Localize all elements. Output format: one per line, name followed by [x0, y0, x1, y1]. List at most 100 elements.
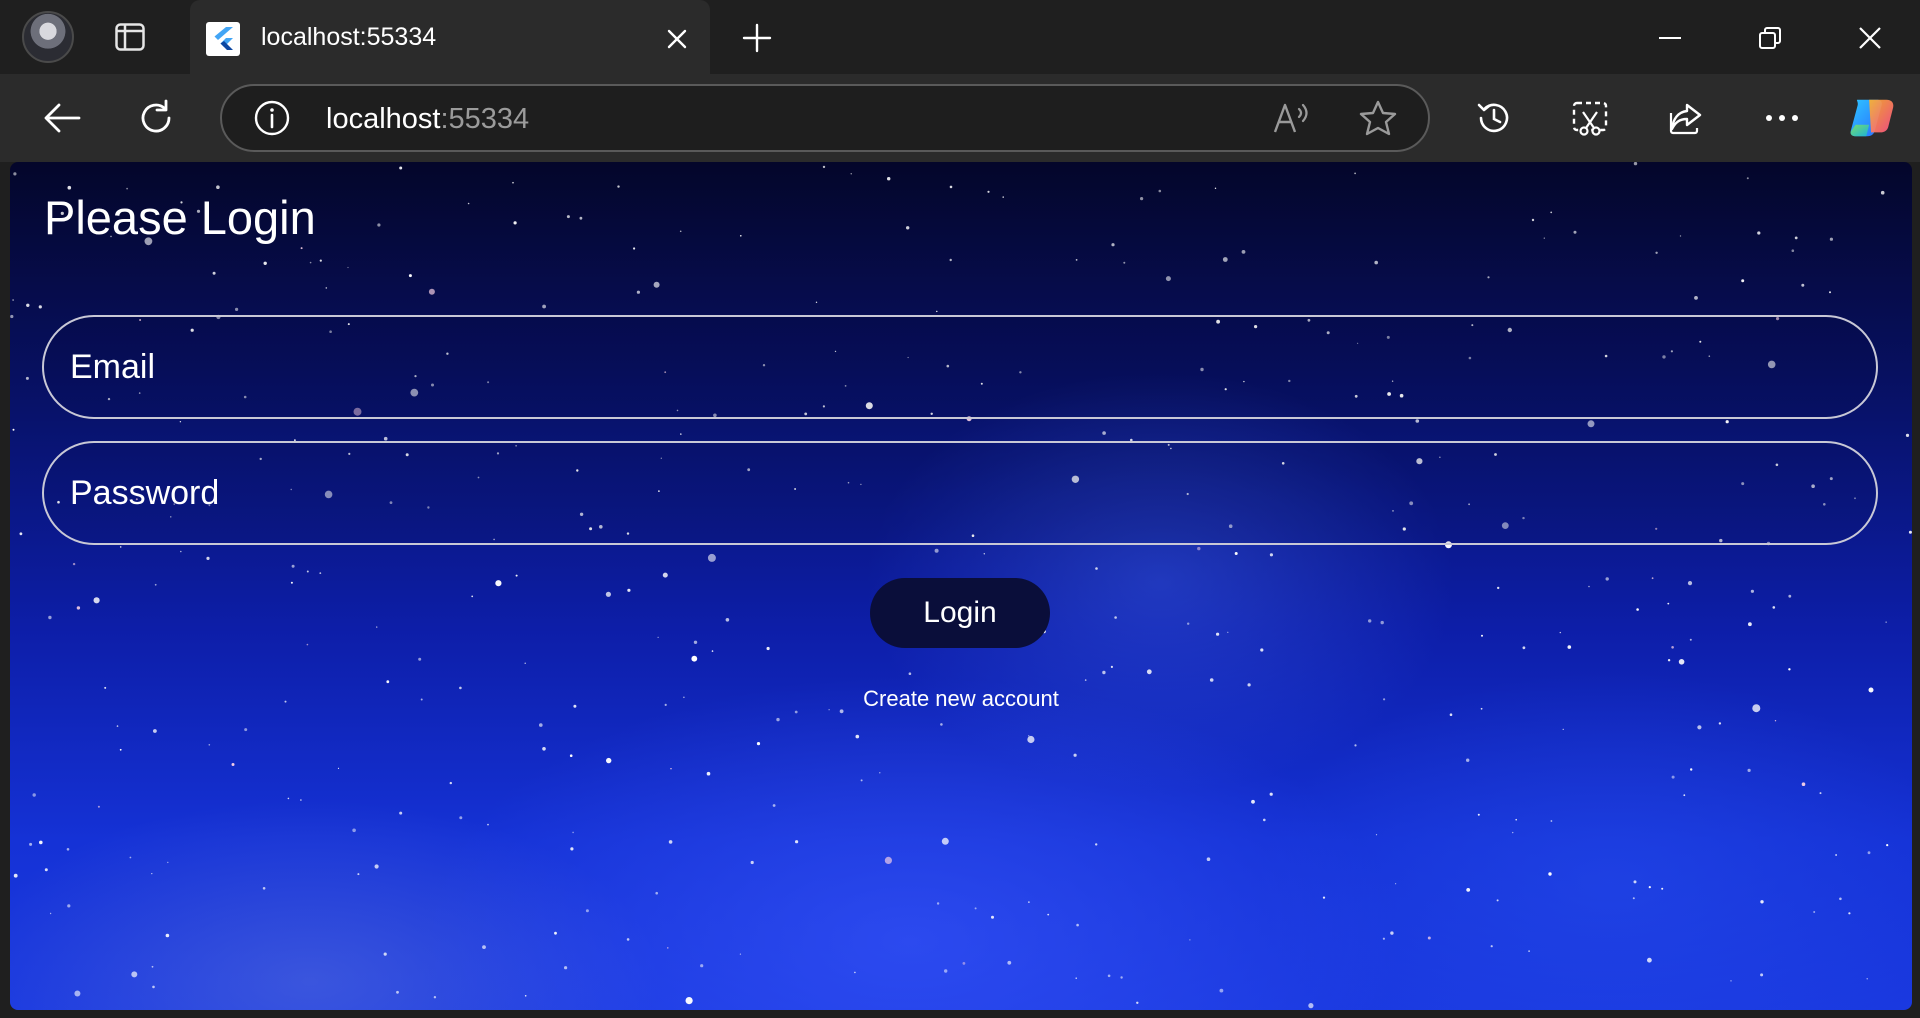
- star-dot: [1380, 620, 1384, 625]
- star-dot: [617, 185, 620, 188]
- star-dot: [151, 873, 153, 875]
- star-dot: [680, 433, 682, 435]
- back-button[interactable]: [38, 94, 86, 142]
- star-dot: [1748, 622, 1752, 627]
- star-dot: [319, 259, 322, 262]
- star-dot: [263, 261, 267, 265]
- star-dot: [564, 966, 568, 970]
- star-dot: [1718, 722, 1722, 725]
- star-dot: [1550, 820, 1553, 822]
- star-dot: [1667, 602, 1670, 605]
- star-dot: [1636, 608, 1639, 611]
- star-dot: [167, 861, 169, 864]
- star-dot: [1123, 261, 1126, 264]
- star-dot: [1562, 728, 1564, 731]
- star-dot: [383, 436, 388, 441]
- new-tab-button[interactable]: [735, 18, 779, 58]
- restore-icon: [1759, 27, 1781, 49]
- screenshot-button[interactable]: [1566, 94, 1614, 142]
- star-dot: [766, 646, 770, 651]
- star-dot: [1801, 283, 1805, 287]
- star-dot: [1543, 237, 1545, 239]
- star-dot: [32, 793, 36, 797]
- star-dot: [48, 615, 52, 620]
- window-close-button[interactable]: [1840, 18, 1900, 58]
- star-dot: [449, 781, 452, 785]
- star-dot: [1374, 260, 1378, 265]
- star-dot: [13, 873, 18, 878]
- refresh-button[interactable]: [132, 94, 180, 142]
- star-dot: [1794, 236, 1798, 240]
- star-dot: [983, 553, 985, 555]
- star-dot: [585, 909, 589, 913]
- star-dot: [1206, 857, 1211, 861]
- history-button[interactable]: [1470, 94, 1518, 142]
- star-dot: [879, 772, 881, 774]
- address-bar[interactable]: localhost:55334: [220, 84, 1430, 152]
- star-dot: [1047, 913, 1050, 916]
- star-dot: [1801, 782, 1806, 786]
- star-dot: [1028, 735, 1030, 737]
- star-dot: [1027, 735, 1035, 744]
- star-dot: [685, 997, 693, 1005]
- copilot-button[interactable]: [1848, 94, 1896, 142]
- star-dot: [396, 990, 399, 994]
- more-options-button[interactable]: [1758, 94, 1806, 142]
- star-dot: [487, 823, 489, 826]
- star-dot: [1648, 886, 1651, 889]
- create-account-link[interactable]: Create new account: [10, 686, 1912, 712]
- star-dot: [152, 985, 155, 989]
- profile-avatar[interactable]: [22, 11, 74, 63]
- address-url[interactable]: localhost:55334: [326, 103, 529, 135]
- star-dot: [1908, 530, 1912, 534]
- browser-toolbar: localhost:55334: [0, 74, 1920, 162]
- star-dot: [987, 190, 990, 193]
- star-dot: [1774, 720, 1777, 722]
- star-dot: [949, 185, 953, 189]
- tab-title: localhost:55334: [261, 23, 437, 51]
- tab-close-button[interactable]: [660, 22, 694, 56]
- tab-actions-button[interactable]: [108, 18, 152, 56]
- star-dot: [399, 166, 403, 170]
- star-dot: [1528, 950, 1530, 952]
- star-dot: [1189, 939, 1191, 941]
- star-dot: [627, 588, 631, 592]
- minimize-button[interactable]: [1640, 18, 1700, 58]
- share-button[interactable]: [1662, 94, 1710, 142]
- star-dot: [467, 202, 470, 205]
- star-dot: [1632, 897, 1635, 900]
- star-dot: [1867, 851, 1871, 855]
- email-field[interactable]: [42, 315, 1878, 419]
- active-tab[interactable]: localhost:55334: [190, 0, 710, 74]
- star-dot: [1905, 433, 1910, 437]
- star-dot: [1559, 631, 1562, 634]
- star-dot: [1757, 231, 1761, 235]
- star-dot: [1725, 420, 1729, 424]
- read-aloud-button[interactable]: [1272, 98, 1312, 138]
- star-dot: [1382, 937, 1385, 940]
- password-input[interactable]: [68, 443, 1876, 543]
- site-info-icon[interactable]: [254, 100, 290, 136]
- star-dot: [887, 177, 891, 181]
- favorite-button[interactable]: [1358, 98, 1398, 138]
- star-dot: [1671, 646, 1674, 649]
- star-dot: [153, 729, 157, 733]
- star-dot: [991, 915, 994, 919]
- star-dot: [1395, 883, 1397, 885]
- star-dot: [300, 799, 302, 801]
- restore-button[interactable]: [1740, 18, 1800, 58]
- star-dot: [1647, 957, 1652, 963]
- flutter-favicon-icon: [206, 22, 240, 56]
- star-dot: [1633, 162, 1638, 166]
- star-dot: [1102, 431, 1106, 435]
- login-button[interactable]: Login: [870, 578, 1050, 648]
- email-input[interactable]: [68, 317, 1876, 417]
- plus-icon: [742, 23, 772, 53]
- star-dot: [1788, 668, 1791, 671]
- star-dot: [287, 797, 290, 800]
- star-dot: [1885, 621, 1887, 623]
- password-field[interactable]: [42, 441, 1878, 545]
- star-dot: [1605, 577, 1609, 581]
- star-dot: [399, 811, 403, 815]
- star-dot: [569, 754, 573, 757]
